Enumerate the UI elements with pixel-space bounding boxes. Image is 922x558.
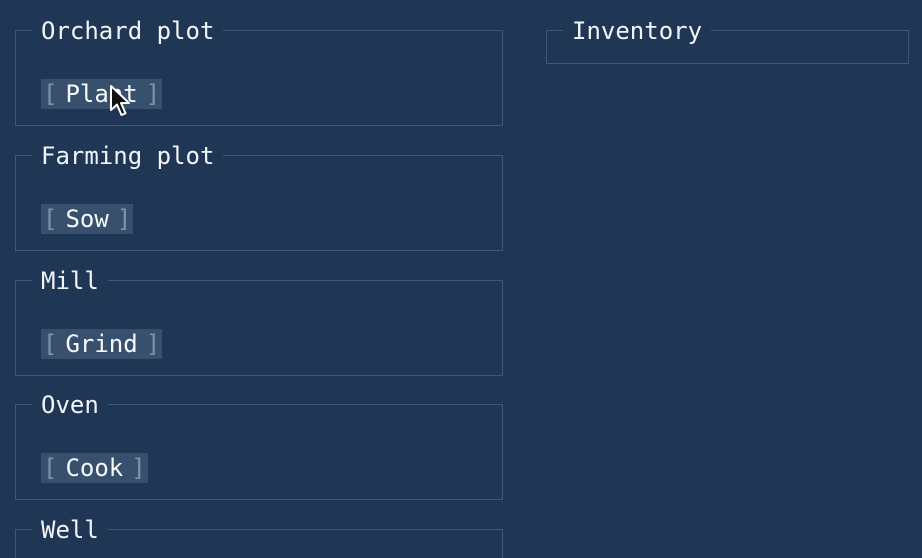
well-panel: Well (15, 513, 503, 558)
grind-button[interactable]: [ Grind ] (41, 329, 163, 359)
grind-button-label: Grind (65, 330, 138, 358)
oven-title: Oven (32, 388, 108, 422)
bracket-open: [ (43, 80, 58, 108)
sow-button[interactable]: [ Sow ] (41, 204, 134, 234)
inventory-title: Inventory (563, 14, 712, 48)
bracket-close: ] (145, 330, 161, 358)
bracket-close: ] (131, 454, 146, 482)
orchard-plot-title: Orchard plot (32, 14, 224, 48)
mill-title: Mill (32, 264, 108, 298)
mill-panel: Mill [ Grind ] (15, 264, 503, 376)
bracket-close: ] (116, 205, 132, 233)
cook-button[interactable]: [ Cook ] (41, 453, 148, 483)
well-title: Well (32, 513, 108, 547)
bracket-open: [ (43, 454, 58, 482)
bracket-close: ] (145, 80, 161, 108)
sow-button-label: Sow (65, 205, 109, 233)
cook-button-label: Cook (65, 454, 124, 482)
mouse-cursor-icon (110, 85, 130, 116)
orchard-plot-panel: Orchard plot [ Plant ] (15, 14, 503, 126)
inventory-panel: Inventory (546, 14, 909, 64)
bracket-open: [ (43, 330, 58, 358)
oven-panel: Oven [ Cook ] (15, 388, 503, 500)
farming-plot-title: Farming plot (32, 139, 224, 173)
farming-plot-panel: Farming plot [ Sow ] (15, 139, 503, 251)
bracket-open: [ (43, 205, 58, 233)
plant-button[interactable]: [ Plant ] (41, 79, 163, 109)
